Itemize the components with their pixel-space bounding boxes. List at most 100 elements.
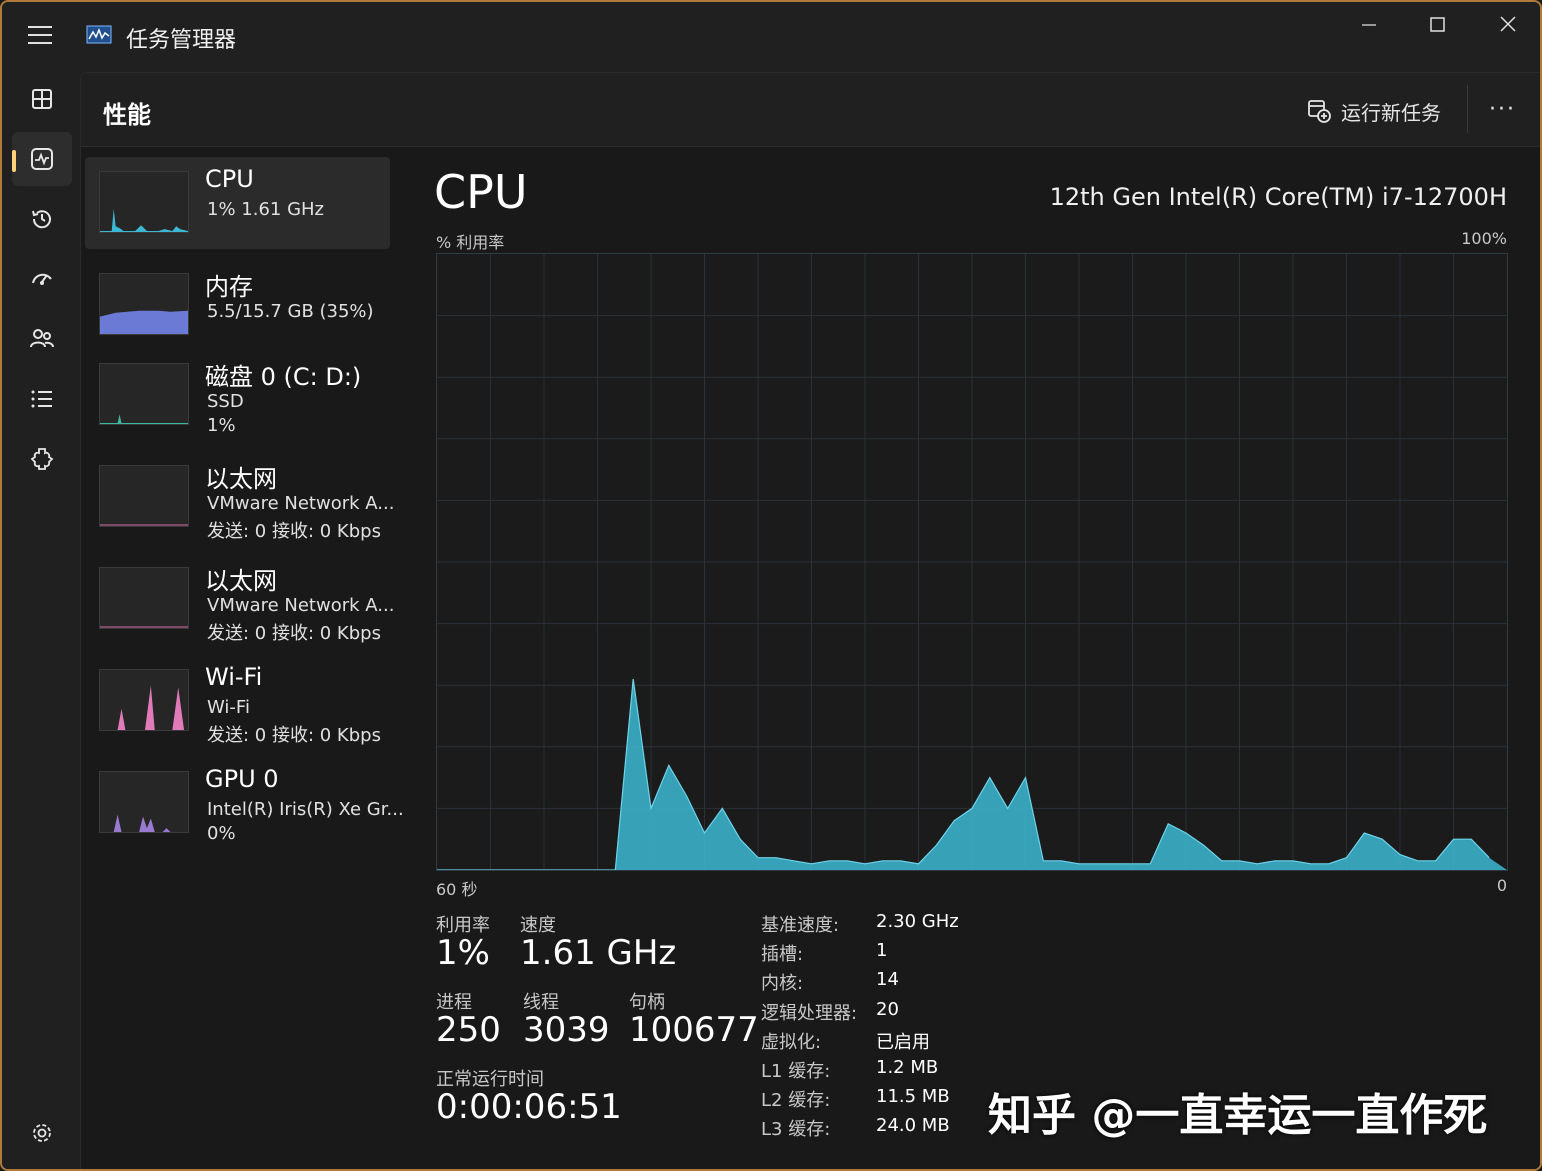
page-title: 性能 bbox=[103, 101, 151, 129]
device-detail-line1: 5.5/15.7 GB (35%) bbox=[207, 301, 374, 322]
device-detail-line2: 发送: 0 接收: 0 Kbps bbox=[207, 521, 381, 542]
device-detail-line2: 0% bbox=[207, 823, 236, 844]
services-icon bbox=[30, 448, 54, 470]
time-axis-end: 0 bbox=[1496, 876, 1507, 895]
spec-value: 1 bbox=[876, 940, 888, 961]
uptime-value: 0:00:06:51 bbox=[436, 1087, 622, 1127]
device-item[interactable]: 以太网 VMware Network A... 发送: 0 接收: 0 Kbps bbox=[85, 553, 394, 645]
users-icon bbox=[30, 329, 54, 348]
startup-apps-icon bbox=[32, 273, 52, 285]
cpu-graph-svg bbox=[437, 254, 1507, 871]
device-item[interactable]: GPU 0 Intel(R) Iris(R) Xe Gr... 0% bbox=[85, 757, 404, 849]
minimize-button[interactable] bbox=[1344, 10, 1394, 40]
spec-key: 基准速度: bbox=[761, 915, 840, 936]
device-detail-line1: VMware Network A... bbox=[207, 493, 395, 514]
device-name: 内存 bbox=[205, 273, 253, 301]
close-icon bbox=[1500, 16, 1516, 32]
page-header: 性能 运行新任务 ··· bbox=[81, 73, 1540, 147]
nav-startup-apps[interactable] bbox=[12, 252, 72, 306]
nav-processes[interactable] bbox=[12, 72, 72, 126]
spec-key: L2 缓存: bbox=[761, 1090, 831, 1111]
spec-key: 内核: bbox=[761, 973, 804, 994]
device-name: 以太网 bbox=[205, 465, 277, 493]
device-item[interactable]: 内存 5.5/15.7 GB (35%) bbox=[85, 259, 390, 351]
device-thumbnail-graph bbox=[99, 273, 189, 335]
spec-value: 24.0 MB bbox=[876, 1115, 950, 1136]
device-detail-line1: 1% 1.61 GHz bbox=[207, 199, 325, 220]
device-detail-line1: VMware Network A... bbox=[207, 595, 395, 616]
spec-value: 20 bbox=[876, 999, 899, 1020]
device-thumbnail-graph bbox=[99, 171, 189, 233]
utilization-axis-label: % 利用率 bbox=[436, 233, 505, 252]
spec-key: 逻辑处理器: bbox=[761, 1003, 858, 1024]
spec-value: 已启用 bbox=[876, 1032, 930, 1053]
header-separator bbox=[1467, 85, 1468, 133]
spec-key: 插槽: bbox=[761, 944, 804, 965]
maximize-button[interactable] bbox=[1412, 10, 1462, 40]
utilization-axis-max: 100% bbox=[1461, 229, 1507, 248]
processes-value: 250 bbox=[436, 1010, 501, 1050]
spec-key: L3 缓存: bbox=[761, 1119, 831, 1140]
device-item[interactable]: 磁盘 0 (C: D:) SSD 1% bbox=[85, 349, 390, 441]
task-manager-window: 任务管理器 性能 运行新任务 ··· CPU 1% 1.61 GHz 内存 5.… bbox=[0, 0, 1542, 1171]
main-content: 性能 运行新任务 ··· CPU 1% 1.61 GHz 内存 5.5/15.7 GB… bbox=[80, 72, 1540, 1169]
nav-details[interactable] bbox=[12, 372, 72, 426]
navigation-rail bbox=[2, 72, 80, 1169]
speed-value: 1.61 GHz bbox=[520, 933, 677, 973]
watermark: 知乎 @一直幸运一直作死 bbox=[988, 1090, 1488, 1141]
performance-icon bbox=[31, 148, 53, 170]
run-new-task-label: 运行新任务 bbox=[1341, 100, 1441, 125]
title-bar: 任务管理器 bbox=[2, 2, 1540, 72]
nav-settings[interactable] bbox=[12, 1106, 72, 1160]
device-name: GPU 0 bbox=[205, 765, 279, 793]
device-name: 磁盘 0 (C: D:) bbox=[205, 363, 362, 391]
device-detail-line1: Intel(R) Iris(R) Xe Gr... bbox=[207, 799, 404, 820]
active-nav-indicator bbox=[12, 150, 16, 172]
settings-icon bbox=[33, 1124, 51, 1142]
close-button[interactable] bbox=[1482, 10, 1532, 40]
nav-performance[interactable] bbox=[12, 132, 72, 186]
more-options-button[interactable]: ··· bbox=[1489, 97, 1516, 122]
device-thumbnail-graph bbox=[99, 465, 189, 527]
device-item[interactable]: 以太网 VMware Network A... 发送: 0 接收: 0 Kbps bbox=[85, 451, 394, 543]
time-axis-start: 60 秒 bbox=[436, 880, 478, 899]
nav-app-history[interactable] bbox=[12, 192, 72, 246]
spec-key: 虚拟化: bbox=[761, 1032, 822, 1053]
task-manager-app-icon bbox=[86, 25, 112, 44]
hamburger-menu-icon[interactable] bbox=[28, 26, 52, 46]
spec-value: 14 bbox=[876, 969, 899, 990]
processes-icon bbox=[32, 89, 52, 109]
nav-users[interactable] bbox=[12, 312, 72, 366]
run-new-task-button[interactable]: 运行新任务 bbox=[1307, 95, 1441, 127]
device-detail-line1: SSD bbox=[207, 391, 244, 412]
app-history-icon bbox=[32, 210, 51, 229]
device-name: Wi-Fi bbox=[205, 663, 263, 691]
device-thumbnail-graph bbox=[99, 567, 189, 629]
device-thumbnail-graph bbox=[99, 771, 189, 833]
device-item[interactable]: CPU 1% 1.61 GHz bbox=[85, 157, 390, 249]
nav-services[interactable] bbox=[12, 432, 72, 486]
threads-value: 3039 bbox=[523, 1010, 610, 1050]
device-detail-line2: 1% bbox=[207, 415, 236, 436]
cpu-model: 12th Gen Intel(R) Core(TM) i7-12700H bbox=[1049, 183, 1507, 211]
device-thumbnail-graph bbox=[99, 669, 189, 731]
details-icon bbox=[31, 390, 52, 408]
device-name: 以太网 bbox=[205, 567, 277, 595]
device-detail-line1: Wi-Fi bbox=[207, 697, 250, 718]
run-new-task-icon bbox=[1308, 100, 1331, 123]
spec-value: 1.2 MB bbox=[876, 1057, 939, 1078]
device-item[interactable]: Wi-Fi Wi-Fi 发送: 0 接收: 0 Kbps bbox=[85, 655, 390, 747]
spec-key: L1 缓存: bbox=[761, 1061, 831, 1082]
utilization-value: 1% bbox=[436, 933, 490, 973]
device-detail-line2: 发送: 0 接收: 0 Kbps bbox=[207, 623, 381, 644]
minimize-icon bbox=[1362, 24, 1376, 26]
spec-value: 11.5 MB bbox=[876, 1086, 950, 1107]
window-title: 任务管理器 bbox=[126, 28, 237, 53]
handles-value: 100677 bbox=[629, 1010, 759, 1050]
maximize-icon bbox=[1430, 17, 1445, 32]
cpu-utilization-graph bbox=[436, 253, 1508, 871]
spec-value: 2.30 GHz bbox=[876, 911, 959, 932]
detail-title: CPU bbox=[434, 165, 528, 219]
device-thumbnail-graph bbox=[99, 363, 189, 425]
device-name: CPU bbox=[205, 165, 254, 193]
